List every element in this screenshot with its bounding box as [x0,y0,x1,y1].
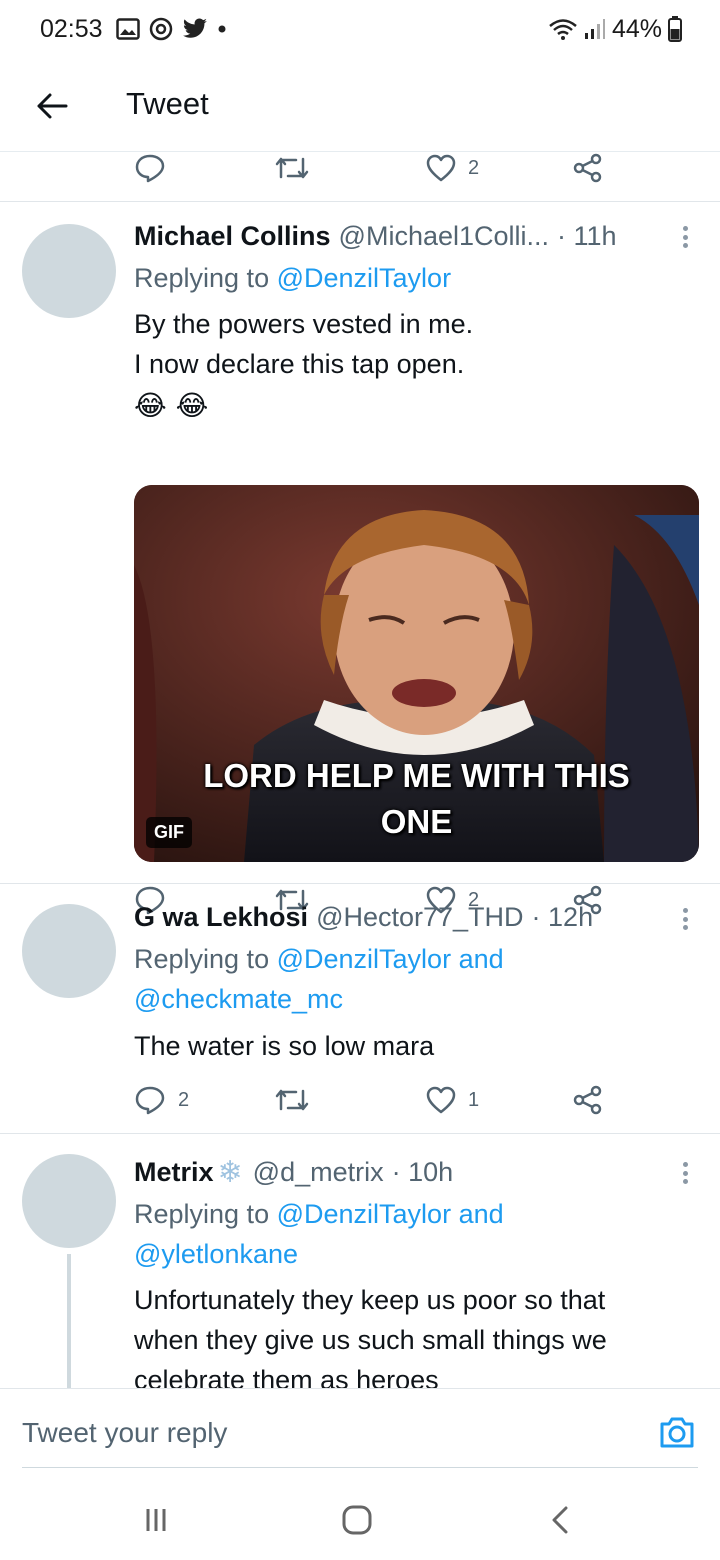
gif-media[interactable]: LORD HELP ME WITH THIS ONE GIF [134,485,699,862]
reply-action[interactable]: 2 [134,1078,189,1122]
recent-apps-icon [146,1509,166,1531]
gif-caption-line: ONE [380,803,453,840]
gif-caption-line: LORD HELP ME WITH THIS [203,757,630,794]
author-handle[interactable]: @Michael1Colli... [339,221,549,252]
reply-action[interactable] [134,152,166,190]
tweet-header: Metrix ❄ @d_metrix · 10h [134,1152,680,1192]
tweet-text-line: when they give us such small things we [134,1325,607,1355]
gif-badge: GIF [146,817,192,848]
tweet-text: Unfortunately they keep us poor so that … [134,1280,704,1388]
system-back-button[interactable] [540,1500,580,1540]
reply-icon [135,1086,165,1115]
composer-underline [22,1467,698,1468]
camera-button[interactable] [658,1413,696,1451]
instagram-icon [149,17,173,41]
tweet-action-bar: 2 1 [0,1078,720,1122]
author-handle[interactable]: @d_metrix [253,1157,384,1188]
replying-prefix: Replying to [134,263,270,293]
avatar[interactable] [22,224,116,318]
share-action[interactable] [572,1078,604,1122]
status-system-icons: 44% [548,14,682,44]
status-bar: 02:53 44% [0,0,720,60]
back-arrow-icon [37,93,68,119]
home-icon [342,1505,372,1535]
share-action[interactable] [572,152,604,190]
page-title: Tweet [126,86,209,121]
like-count: 1 [468,1088,480,1111]
mention-link[interactable]: @checkmate_mc [134,979,504,1019]
app-header: Tweet [0,60,720,152]
tweet-time: · 10h [391,1156,454,1187]
share-icon [573,1085,602,1115]
retweet-icon [275,157,309,179]
author-name[interactable]: G wa Lekhosi [134,902,308,933]
tweet-time: · 11h [557,220,617,251]
thread-connector [67,1254,71,1388]
dot-icon [218,25,226,33]
more-options-button[interactable] [676,220,694,254]
retweet-action[interactable] [274,1078,310,1122]
tweet-time: · 12h [531,901,594,932]
tweet-text-line: By the powers vested in me. [134,309,474,339]
author-name[interactable]: Michael Collins [134,221,331,252]
reply-input[interactable]: Tweet your reply [22,1417,227,1449]
battery-icon [668,16,682,42]
retweet-action[interactable] [274,152,310,190]
author-handle[interactable]: @Hector77_THD [316,902,523,933]
heart-icon [426,1086,456,1114]
reply-count: 2 [178,1088,190,1111]
home-button[interactable] [337,1500,377,1540]
reply-tweet[interactable]: G wa Lekhosi @Hector77_THD · 12h Replyin… [0,884,720,1134]
mention-link[interactable]: @yletlonkane [134,1234,504,1274]
signal-icon [584,19,605,39]
avatar[interactable] [22,904,116,998]
tweet-header: G wa Lekhosi @Hector77_THD · 12h [134,897,680,937]
tweet-text-line: I now declare this tap open. [134,349,465,379]
replying-prefix: Replying to [134,944,270,974]
more-options-button[interactable] [676,902,694,936]
status-time: 02:53 [40,15,103,43]
mention-link[interactable]: @DenzilTaylor [277,263,451,293]
replying-prefix: Replying to [134,1199,270,1229]
reply-icon [135,154,165,183]
replying-to: Replying to @DenzilTaylor [134,258,451,298]
heart-icon [426,154,456,182]
tweet-text-line: Unfortunately they keep us poor so that [134,1285,606,1315]
tweet-text: By the powers vested in me. I now declar… [134,304,694,426]
recent-apps-button[interactable] [136,1500,176,1540]
battery-percent: 44% [611,14,662,43]
retweet-icon [275,1089,309,1111]
like-action[interactable]: 2 [426,152,479,190]
tweet-text-line: celebrate them as heroes [134,1365,439,1388]
more-options-button[interactable] [676,1156,694,1190]
chevron-left-icon [552,1506,568,1534]
like-count: 2 [468,156,480,179]
back-button[interactable] [28,82,76,130]
tweet-action-bar: 2 [0,152,720,190]
image-icon [116,18,140,40]
mention-link[interactable]: @DenzilTaylor and [277,1199,504,1229]
share-icon [573,153,602,183]
reply-composer[interactable]: Tweet your reply [0,1388,720,1468]
status-notification-icons [116,14,227,44]
avatar[interactable] [22,1154,116,1248]
wifi-icon [549,19,577,40]
reply-tweet[interactable]: Metrix ❄ @d_metrix · 10h Replying to @De… [0,1134,720,1388]
system-nav-bar [0,1480,720,1560]
tweet-header: Michael Collins @Michael1Colli... · 11h [134,216,680,256]
author-name[interactable]: Metrix [134,1157,214,1188]
like-action[interactable]: 1 [426,1078,479,1122]
mention-link[interactable]: @DenzilTaylor and [277,944,504,974]
emoji-text: 😂 😂 [134,389,209,422]
tweet-text: The water is so low mara [134,1031,435,1061]
replying-to: Replying to @DenzilTaylor and @checkmate… [134,939,504,1019]
snowflake-icon: ❄ [217,1154,243,1190]
twitter-bird-icon [183,18,207,38]
tweet-thread[interactable]: 2 Michael Collins @Michael1Colli... · 11… [0,152,720,1388]
reply-tweet[interactable]: Michael Collins @Michael1Colli... · 11h … [0,202,720,915]
replying-to: Replying to @DenzilTaylor and @yletlonka… [134,1194,504,1274]
camera-icon [660,1417,694,1448]
